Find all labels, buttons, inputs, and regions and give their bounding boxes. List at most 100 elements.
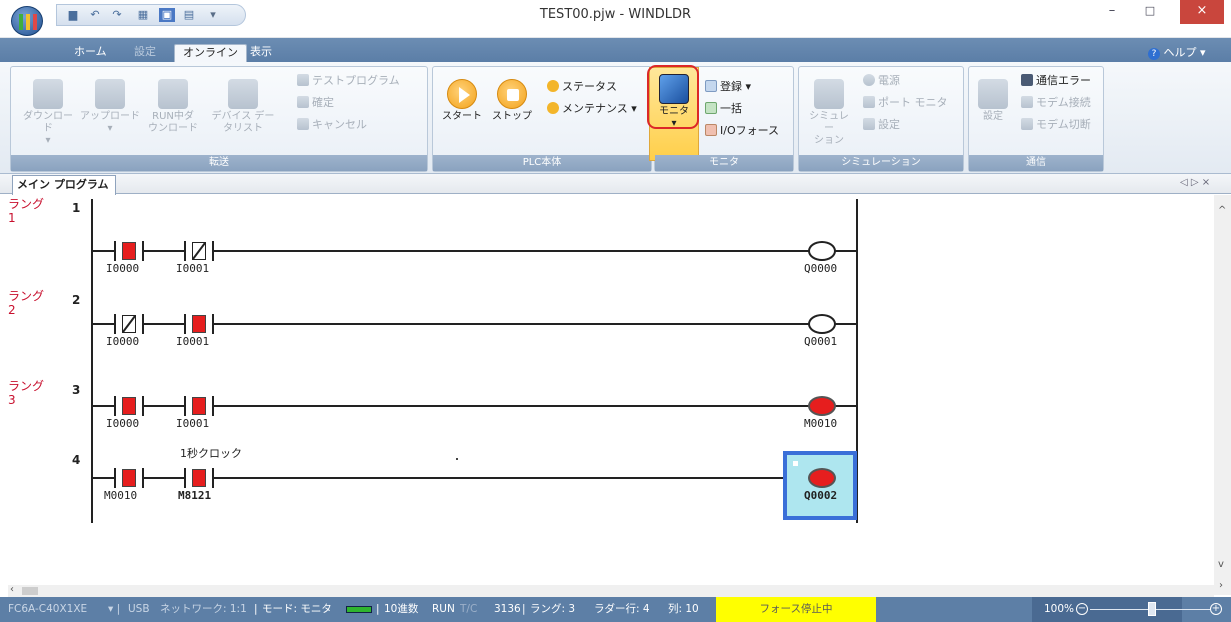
contact-i0001-rung1[interactable] xyxy=(184,241,214,261)
document-tab-nav[interactable]: ◁ ▷ × xyxy=(1180,177,1210,188)
tab-home[interactable]: ホーム xyxy=(66,44,115,62)
modem-connect-label: モデム接続 xyxy=(1036,96,1091,109)
coil-address: Q0000 xyxy=(804,262,838,275)
zoom-in-icon[interactable]: + xyxy=(1210,603,1222,615)
contact-i0000-rung3[interactable] xyxy=(114,396,144,416)
register-button[interactable]: 登録 ▾ xyxy=(705,79,751,95)
run-status: RUN xyxy=(432,603,455,615)
test-program-button[interactable]: テストプログラム xyxy=(297,73,400,89)
modem-switch-button[interactable]: モデム切断 xyxy=(1021,117,1091,133)
scroll-up-icon[interactable]: ^ xyxy=(1218,205,1226,216)
register-icon xyxy=(705,80,717,92)
port-monitor-icon xyxy=(863,96,875,108)
port-type: USB xyxy=(128,603,150,615)
tab-settings[interactable]: 設定 xyxy=(126,44,164,62)
simulation-button[interactable]: シミュレー ション xyxy=(805,79,853,147)
status-button[interactable]: ステータス xyxy=(547,79,617,95)
coil-q0000[interactable] xyxy=(808,241,836,261)
group-comm: 設定 通信エラー モデム接続 モデム切断 通信 xyxy=(968,66,1104,172)
comm-error-icon xyxy=(1021,74,1033,86)
app-logo-icon xyxy=(19,14,37,30)
vertical-scrollbar[interactable]: ^ v › xyxy=(1214,195,1231,595)
comm-settings-label: 設定 xyxy=(983,111,1003,122)
comm-error-button[interactable]: 通信エラー xyxy=(1021,73,1091,89)
modem-connect-icon xyxy=(1021,96,1033,108)
rung-info: ラング: 3 xyxy=(530,603,576,615)
tab-view[interactable]: 表示 xyxy=(242,44,280,62)
status-label: ステータス xyxy=(562,80,617,93)
cancel-button[interactable]: キャンセル xyxy=(297,117,367,133)
customize-qat-icon[interactable]: ▾ xyxy=(205,8,221,22)
help-menu[interactable]: ? ヘルプ ▾ xyxy=(1148,44,1206,60)
upload-icon xyxy=(95,79,125,109)
minimize-button[interactable]: – xyxy=(1098,0,1126,24)
horizontal-scrollbar[interactable]: ‹ xyxy=(8,584,1214,597)
scroll-left-icon[interactable]: ‹ xyxy=(10,584,14,595)
simulation-label-1: シミュレー xyxy=(809,111,849,134)
io-force-button[interactable]: I/Oフォース xyxy=(705,123,779,139)
scroll-right-icon[interactable]: › xyxy=(1219,580,1223,591)
port-monitor-button[interactable]: ポート モニタ xyxy=(863,95,948,111)
coil-q0001[interactable] xyxy=(808,314,836,334)
register-label: 登録 xyxy=(720,80,742,93)
comm-settings-icon xyxy=(978,79,1008,109)
contact-i0001-rung3[interactable] xyxy=(184,396,214,416)
contact-i0000-rung2[interactable] xyxy=(114,314,144,334)
group-plc-label: PLC本体 xyxy=(433,155,651,171)
power-button[interactable]: 電源 xyxy=(863,73,900,89)
maintenance-button[interactable]: メンテナンス ▾ xyxy=(547,101,637,117)
ladder-editor[interactable]: ラング 1 1 I0000 I0001 Q0000 ラング 2 2 I0000 I0… xyxy=(8,195,1214,585)
confirm-button[interactable]: 確定 xyxy=(297,95,334,111)
zoom-out-icon[interactable]: − xyxy=(1076,603,1088,615)
scan-time: 3136 xyxy=(494,603,521,615)
contact-i0000-rung1[interactable] xyxy=(114,241,144,261)
plc-model[interactable]: FC6A-C40X1XE xyxy=(8,597,87,622)
rung-number-4: 4 xyxy=(72,453,81,467)
monitor-quick-icon[interactable]: ▣ xyxy=(159,8,175,22)
simulation-settings-button[interactable]: 設定 xyxy=(863,117,900,133)
comm-settings-button[interactable]: 設定 xyxy=(973,79,1013,123)
contact-m8121-rung4[interactable] xyxy=(184,468,214,488)
window-icon[interactable]: ▤ xyxy=(181,8,197,22)
confirm-icon xyxy=(297,96,309,108)
modem-connect-button[interactable]: モデム接続 xyxy=(1021,95,1091,111)
start-button[interactable]: スタート xyxy=(439,79,485,123)
contact-address: I0001 xyxy=(176,335,210,348)
tab-online[interactable]: オンライン xyxy=(174,44,247,62)
application-menu-button[interactable] xyxy=(11,6,43,36)
power-icon xyxy=(863,74,875,86)
simulation-settings-label: 設定 xyxy=(878,118,900,131)
upload-button[interactable]: アップロード ▾ xyxy=(79,79,141,135)
maximize-button[interactable]: □ xyxy=(1128,0,1172,24)
close-button[interactable]: × xyxy=(1180,0,1224,24)
left-power-rail xyxy=(91,199,93,523)
horizontal-scroll-thumb[interactable] xyxy=(22,587,38,595)
stop-button[interactable]: ストップ xyxy=(489,79,535,123)
help-icon: ? xyxy=(1148,48,1160,60)
undo-icon[interactable]: ↶ xyxy=(87,8,103,22)
coil-q0002[interactable] xyxy=(808,468,836,488)
coil-m0010[interactable] xyxy=(808,396,836,416)
force-status: フォース停止中 xyxy=(716,597,876,622)
redo-icon[interactable]: ↷ xyxy=(109,8,125,22)
zoom-slider-thumb[interactable] xyxy=(1148,602,1156,616)
radix-info: 10進数 xyxy=(384,603,419,615)
download-label: ダウンロード xyxy=(23,111,73,134)
tab-main-program[interactable]: メイン プログラム xyxy=(12,175,116,195)
view-icon[interactable]: ▦ xyxy=(135,8,151,22)
device-list-button[interactable]: デバイス デー タリスト xyxy=(207,79,279,135)
save-icon[interactable]: ▆ xyxy=(65,8,81,22)
simulation-settings-icon xyxy=(863,118,875,130)
batch-button[interactable]: 一括 xyxy=(705,101,742,117)
runtime-download-label-2: ウンロード xyxy=(148,123,198,134)
rung-number-3: 3 xyxy=(72,383,81,397)
contact-address: I0001 xyxy=(176,417,210,430)
scroll-down-icon[interactable]: v xyxy=(1218,559,1224,570)
device-list-label-1: デバイス デー xyxy=(211,111,275,122)
contact-m0010-rung4[interactable] xyxy=(114,468,144,488)
ribbon: ダウンロード ▾ アップロード ▾ RUN中ダ ウンロード デバイス デー タリスト… xyxy=(0,62,1231,174)
download-button[interactable]: ダウンロード ▾ xyxy=(19,79,77,147)
contact-i0001-rung2[interactable] xyxy=(184,314,214,334)
rung-number-1: 1 xyxy=(72,201,81,215)
runtime-download-button[interactable]: RUN中ダ ウンロード xyxy=(143,79,203,135)
